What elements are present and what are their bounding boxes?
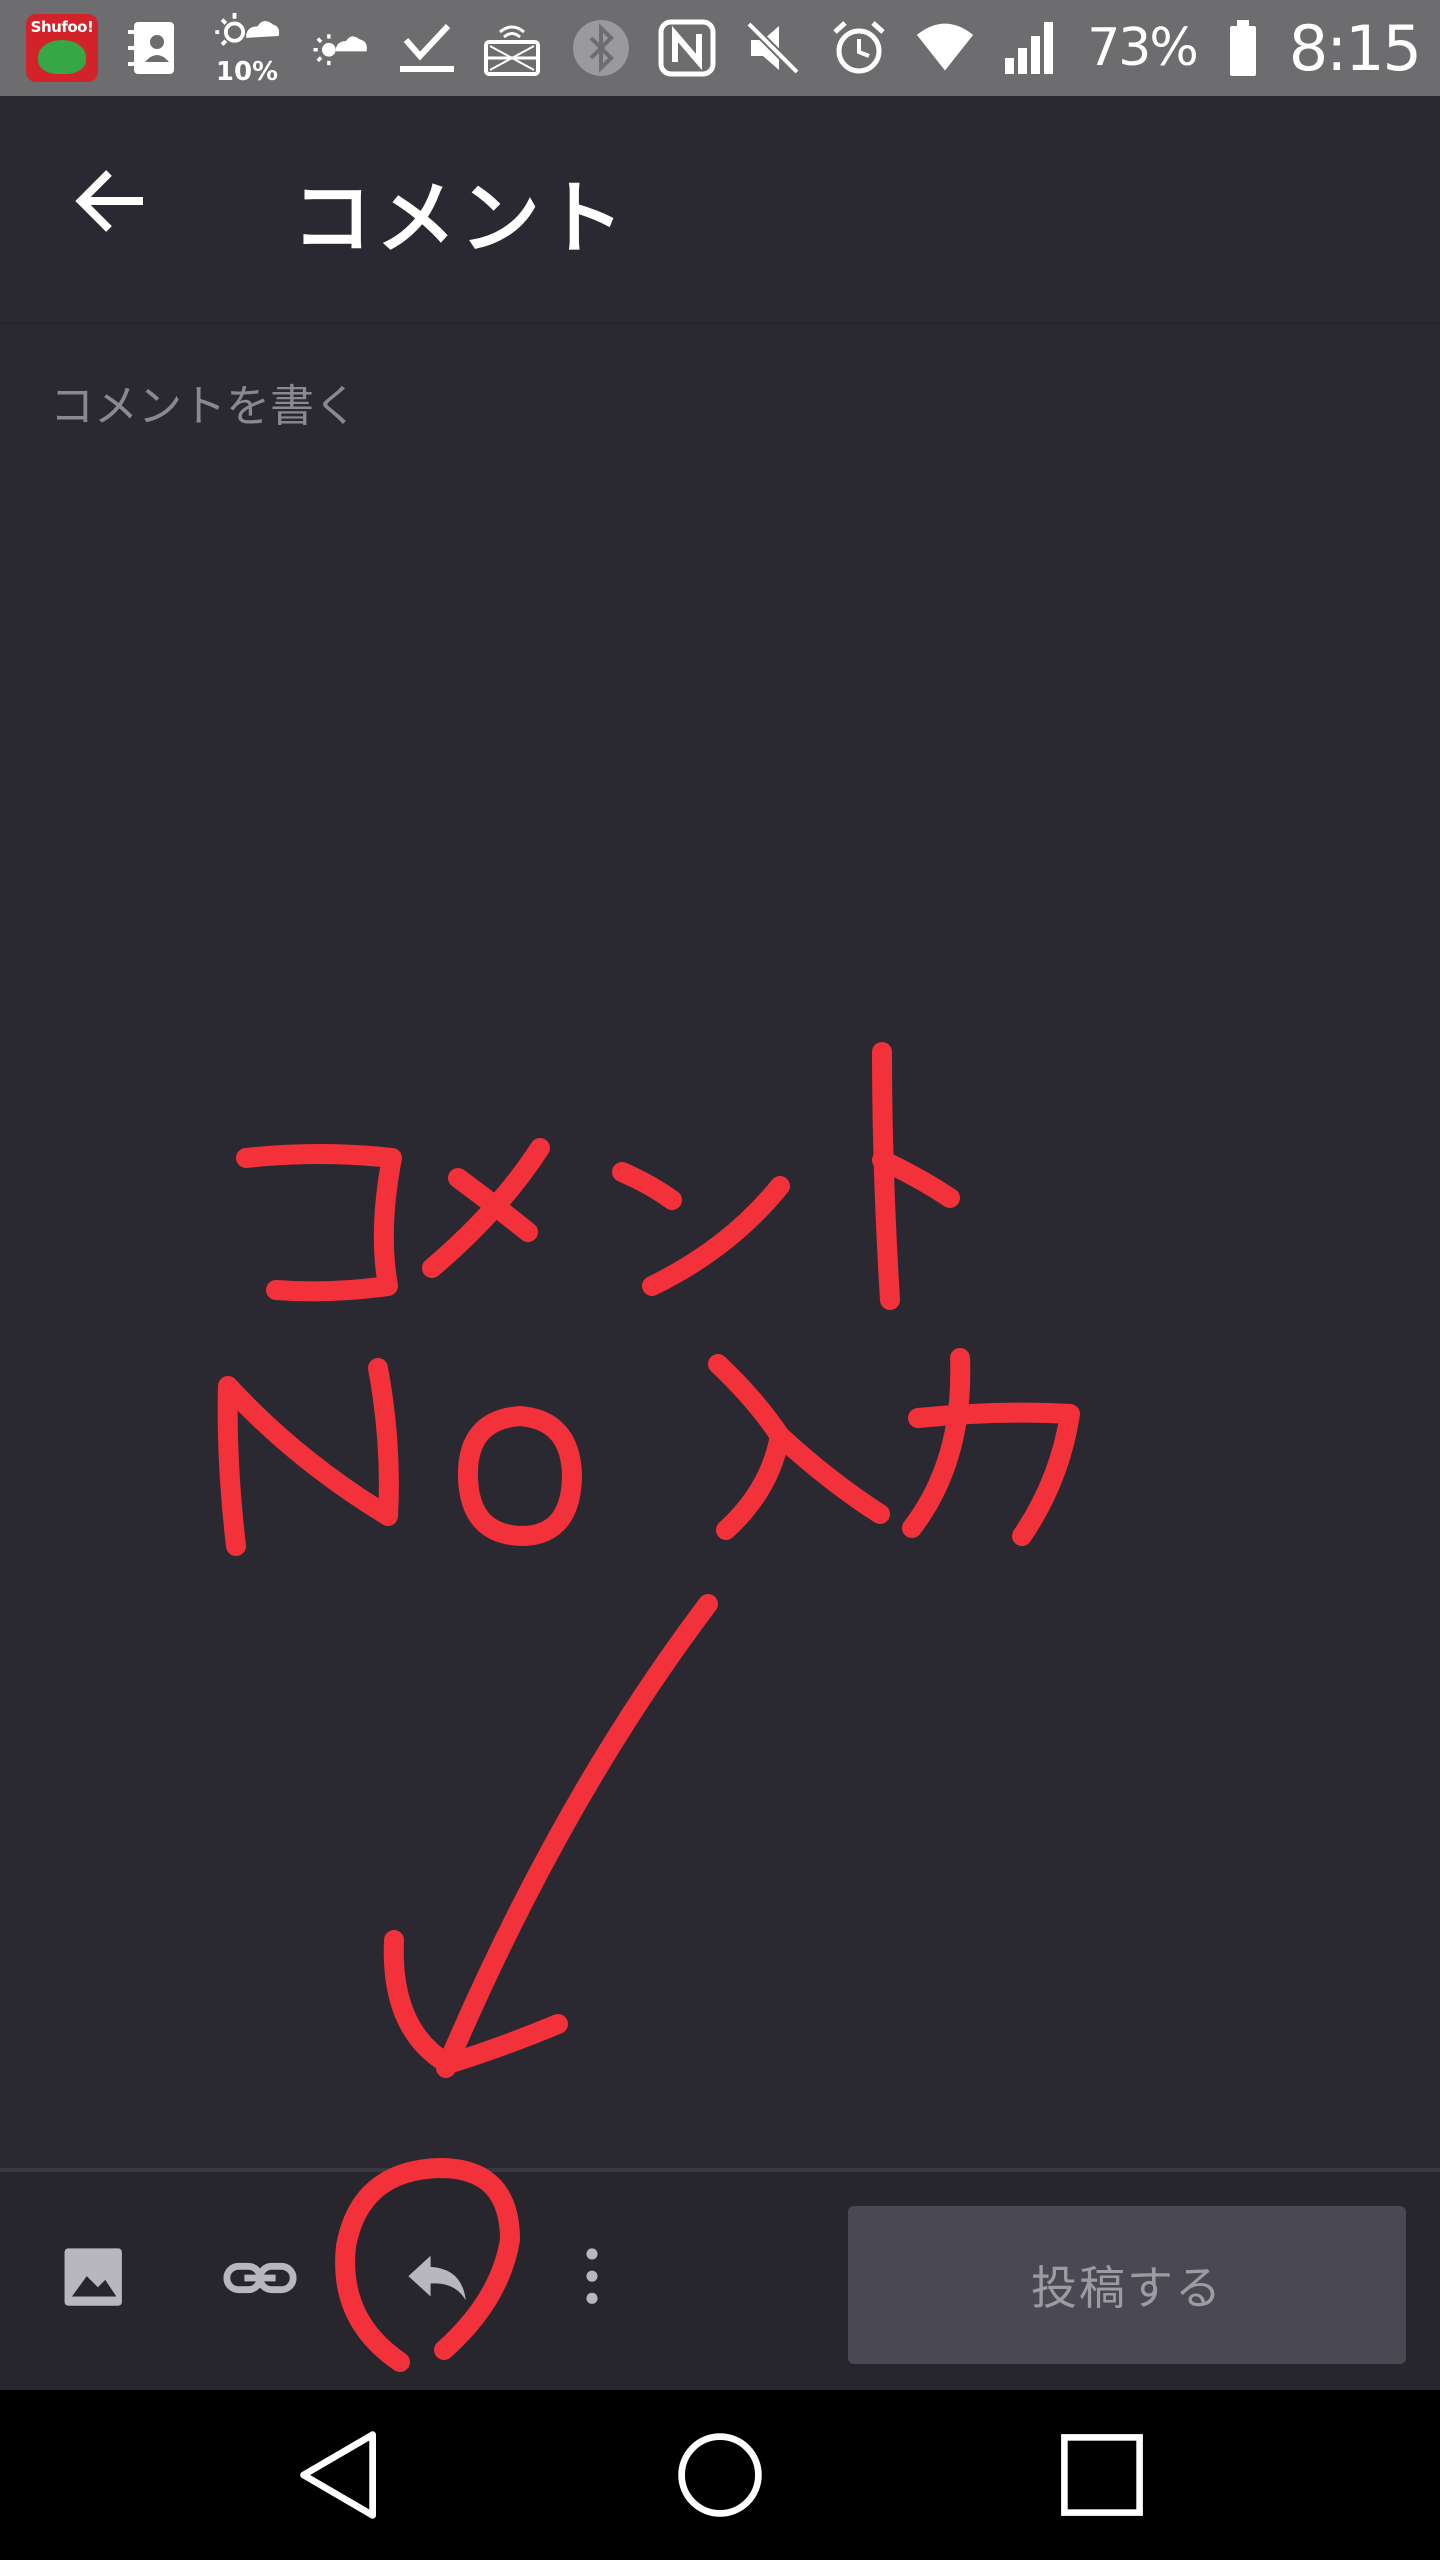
bluetooth-icon (571, 18, 631, 78)
insert-image-button[interactable] (46, 2228, 146, 2328)
post-button[interactable]: 投稿する (848, 2206, 1406, 2364)
page-title: コメント (292, 172, 628, 265)
app-bar: コメント (0, 96, 1440, 324)
insert-link-button[interactable] (210, 2228, 310, 2328)
weather-partly-cloudy-icon (310, 18, 370, 78)
nav-back-button[interactable] (290, 2425, 390, 2525)
signal-icon (1001, 18, 1061, 78)
reply-button[interactable] (388, 2228, 488, 2328)
back-button[interactable] (68, 158, 154, 244)
arrow-back-icon (75, 170, 143, 232)
wifi-router-icon (482, 18, 542, 78)
contacts-icon (124, 18, 184, 78)
nav-recents-button[interactable] (1052, 2425, 1152, 2525)
mute-icon (743, 18, 803, 78)
clock: 8:15 (1288, 11, 1422, 85)
battery-percentage: 73% (1087, 18, 1199, 78)
comment-input[interactable] (50, 370, 1390, 2130)
reply-icon (408, 2255, 466, 2301)
status-bar-left: Shufoo! 10% (26, 8, 542, 88)
wifi-icon (915, 18, 975, 78)
circle-home-icon (678, 2433, 762, 2517)
download-done-icon (396, 18, 456, 78)
alarm-icon (829, 18, 889, 78)
more-vert-icon (586, 2248, 598, 2304)
nav-home-button[interactable] (670, 2425, 770, 2525)
more-options-button[interactable] (542, 2228, 642, 2328)
shufoo-app-label: Shufoo! (30, 18, 94, 36)
shufoo-app-icon: Shufoo! (26, 14, 98, 82)
status-bar: Shufoo! 10% 73% 8:15 (0, 0, 1440, 96)
link-icon (223, 2262, 297, 2294)
status-bar-right: 73% 8:15 (571, 11, 1422, 85)
nfc-icon (657, 18, 717, 78)
navigation-bar (0, 2390, 1440, 2560)
square-recents-icon (1061, 2434, 1143, 2516)
battery-icon (1223, 18, 1263, 78)
rain-chance: 10% (215, 57, 279, 87)
triangle-back-icon (300, 2431, 376, 2519)
weather-rain-icon: 10% (210, 8, 284, 88)
image-icon (64, 2248, 122, 2306)
comment-area (0, 326, 1440, 2170)
comment-toolbar: 投稿する (0, 2168, 1440, 2390)
